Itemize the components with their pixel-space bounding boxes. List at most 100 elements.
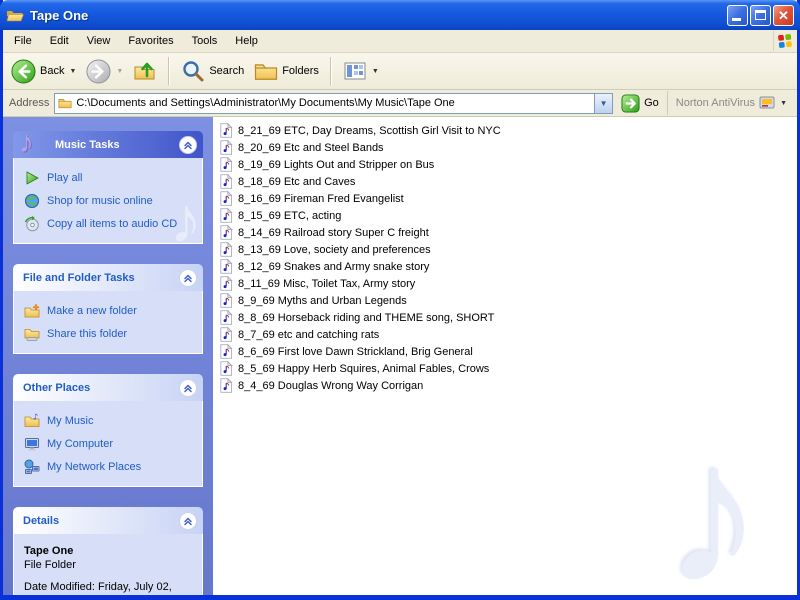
file-item[interactable]: 8_18_69 Etc and Caves xyxy=(219,173,797,190)
file-item[interactable]: 8_20_69 Etc and Steel Bands xyxy=(219,139,797,156)
views-dropdown-icon[interactable]: ▼ xyxy=(372,68,379,75)
search-label: Search xyxy=(209,65,244,77)
file-name: 8_19_69 Lights Out and Stripper on Bus xyxy=(238,159,434,171)
share-folder-link[interactable]: Share this folder xyxy=(24,322,196,345)
minimize-button[interactable] xyxy=(727,5,748,26)
details-header[interactable]: Details xyxy=(13,507,203,534)
forward-icon xyxy=(86,59,111,84)
file-item[interactable]: 8_11_69 Misc, Toilet Tax, Army story xyxy=(219,275,797,292)
menu-favorites[interactable]: Favorites xyxy=(119,32,182,50)
forward-dropdown-icon: ▼ xyxy=(116,68,123,75)
music-tasks-title: Music Tasks xyxy=(55,139,120,151)
file-folder-tasks-body: Make a new folder Share this folder xyxy=(13,291,203,354)
copy-to-cd-link[interactable]: Copy all items to audio CD xyxy=(24,212,196,235)
go-label: Go xyxy=(644,97,659,109)
toolbar-separator xyxy=(168,57,170,85)
file-item[interactable]: 8_8_69 Horseback riding and THEME song, … xyxy=(219,309,797,326)
file-name: 8_6_69 First love Dawn Strickland, Brig … xyxy=(238,346,473,358)
file-name: 8_12_69 Snakes and Army snake story xyxy=(238,261,429,273)
other-places-body: My Music My Computer My Network Places xyxy=(13,401,203,487)
file-item[interactable]: 8_12_69 Snakes and Army snake story xyxy=(219,258,797,275)
views-button[interactable]: ▼ xyxy=(339,57,383,85)
my-music-label: My Music xyxy=(47,415,93,427)
title-bar[interactable]: Tape One ✕ xyxy=(0,0,800,30)
file-name: 8_8_69 Horseback riding and THEME song, … xyxy=(238,312,494,324)
file-name: 8_4_69 Douglas Wrong Way Corrigan xyxy=(238,380,423,392)
up-button[interactable] xyxy=(129,57,161,85)
file-name: 8_16_69 Fireman Fred Evangelist xyxy=(238,193,404,205)
folders-button[interactable]: Folders xyxy=(250,57,323,85)
folder-icon xyxy=(58,96,72,110)
my-computer-link[interactable]: My Computer xyxy=(24,432,196,455)
music-file-icon xyxy=(219,310,233,325)
file-item[interactable]: 8_19_69 Lights Out and Stripper on Bus xyxy=(219,156,797,173)
shop-music-label: Shop for music online xyxy=(47,195,153,207)
back-dropdown-icon[interactable]: ▼ xyxy=(69,68,76,75)
collapse-button[interactable] xyxy=(179,512,197,530)
music-folder-icon xyxy=(24,413,40,429)
music-tasks-header[interactable]: ♪ Music Tasks xyxy=(13,131,203,158)
file-item[interactable]: 8_5_69 Happy Herb Squires, Animal Fables… xyxy=(219,360,797,377)
file-item[interactable]: 8_16_69 Fireman Fred Evangelist xyxy=(219,190,797,207)
menu-edit[interactable]: Edit xyxy=(41,32,78,50)
menu-file[interactable]: File xyxy=(5,32,41,50)
file-item[interactable]: 8_7_69 etc and catching rats xyxy=(219,326,797,343)
address-input[interactable]: C:\Documents and Settings\Administrator\… xyxy=(54,93,613,114)
menu-tools[interactable]: Tools xyxy=(183,32,227,50)
back-button[interactable]: Back ▼ xyxy=(7,57,80,86)
norton-dropdown-icon[interactable]: ▼ xyxy=(780,100,787,107)
file-name: 8_5_69 Happy Herb Squires, Animal Fables… xyxy=(238,363,489,375)
close-button[interactable]: ✕ xyxy=(773,5,794,26)
norton-antivirus-button[interactable]: Norton AntiVirus ▼ xyxy=(667,91,791,115)
maximize-button[interactable] xyxy=(750,5,771,26)
search-button[interactable]: Search xyxy=(177,57,248,85)
details-folder-type: File Folder xyxy=(24,558,194,572)
music-file-icon xyxy=(219,293,233,308)
file-list: ♪ 8_21_69 ETC, Day Dreams, Scottish Girl… xyxy=(213,117,797,595)
details-date-modified: Date Modified: Friday, July 02, 2004, 7:… xyxy=(24,580,194,595)
details-title: Details xyxy=(23,515,59,527)
music-file-icon xyxy=(219,259,233,274)
collapse-button[interactable] xyxy=(179,379,197,397)
file-name: 8_7_69 etc and catching rats xyxy=(238,329,379,341)
chevron-up-icon xyxy=(182,272,194,284)
file-item[interactable]: 8_21_69 ETC, Day Dreams, Scottish Girl V… xyxy=(219,122,797,139)
my-music-link[interactable]: My Music xyxy=(24,409,196,432)
file-folder-tasks-panel: File and Folder Tasks Make a new folder … xyxy=(13,264,203,354)
address-dropdown-button[interactable]: ▼ xyxy=(594,94,612,113)
window-title: Tape One xyxy=(30,8,727,23)
music-file-icon xyxy=(219,140,233,155)
address-path[interactable]: C:\Documents and Settings\Administrator\… xyxy=(76,97,594,109)
views-icon xyxy=(343,59,367,83)
windows-logo-icon xyxy=(773,31,793,51)
my-network-places-link[interactable]: My Network Places xyxy=(24,455,196,478)
file-folder-tasks-header[interactable]: File and Folder Tasks xyxy=(13,264,203,291)
forward-button[interactable]: ▼ xyxy=(82,57,127,86)
explorer-window: Tape One ✕ File Edit View Favorites Tool… xyxy=(0,0,800,600)
make-new-folder-link[interactable]: Make a new folder xyxy=(24,299,196,322)
main-area: ♪ Music Tasks ♪ Play all Shop for music … xyxy=(3,117,797,595)
collapse-button[interactable] xyxy=(179,136,197,154)
details-panel: Details Tape One File Folder Date Modifi… xyxy=(13,507,203,595)
other-places-header[interactable]: Other Places xyxy=(13,374,203,401)
file-item[interactable]: 8_13_69 Love, society and preferences xyxy=(219,241,797,258)
music-file-icon xyxy=(219,191,233,206)
file-item[interactable]: 8_6_69 First love Dawn Strickland, Brig … xyxy=(219,343,797,360)
menu-view[interactable]: View xyxy=(78,32,120,50)
file-item[interactable]: 8_4_69 Douglas Wrong Way Corrigan xyxy=(219,377,797,394)
file-item[interactable]: 8_15_69 ETC, acting xyxy=(219,207,797,224)
file-item[interactable]: 8_9_69 Myths and Urban Legends xyxy=(219,292,797,309)
play-all-link[interactable]: Play all xyxy=(24,166,196,189)
go-button[interactable]: Go xyxy=(618,94,662,113)
shop-music-link[interactable]: Shop for music online xyxy=(24,189,196,212)
chevron-up-icon xyxy=(182,139,194,151)
address-label: Address xyxy=(9,97,49,109)
menu-help[interactable]: Help xyxy=(226,32,267,50)
up-folder-icon xyxy=(133,59,157,83)
file-item[interactable]: 8_14_69 Railroad story Super C freight xyxy=(219,224,797,241)
collapse-button[interactable] xyxy=(179,269,197,287)
file-name: 8_15_69 ETC, acting xyxy=(238,210,341,222)
share-folder-icon xyxy=(24,326,40,342)
play-icon xyxy=(24,170,40,186)
norton-label: Norton AntiVirus xyxy=(676,97,755,109)
